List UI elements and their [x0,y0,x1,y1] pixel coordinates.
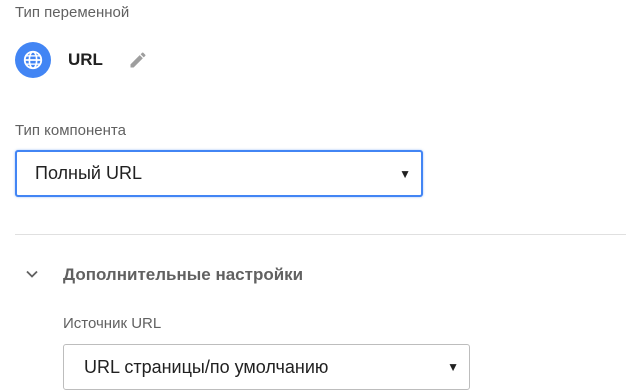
advanced-settings-toggle[interactable]: Дополнительные настройки [22,258,382,294]
section-divider [15,234,626,235]
dropdown-arrow-icon: ▼ [399,166,411,181]
variable-config-panel: Тип переменной URL Тип компонента Полный… [0,0,626,392]
url-source-select[interactable]: URL страницы/по умолчанию ▼ [63,344,470,390]
pencil-icon[interactable] [128,50,148,70]
variable-type-label: Тип переменной [15,4,130,21]
chevron-down-icon [26,270,38,278]
component-type-select[interactable]: Полный URL ▼ [15,150,423,197]
advanced-settings-title: Дополнительные настройки [63,265,304,284]
url-source-label: Источник URL [63,315,162,332]
url-source-value: URL страницы/по умолчанию [84,356,329,377]
dropdown-arrow-icon: ▼ [447,360,459,374]
component-type-value: Полный URL [35,163,142,183]
variable-type-name: URL [68,50,103,69]
component-type-label: Тип компонента [15,122,126,139]
globe-icon [15,42,51,78]
